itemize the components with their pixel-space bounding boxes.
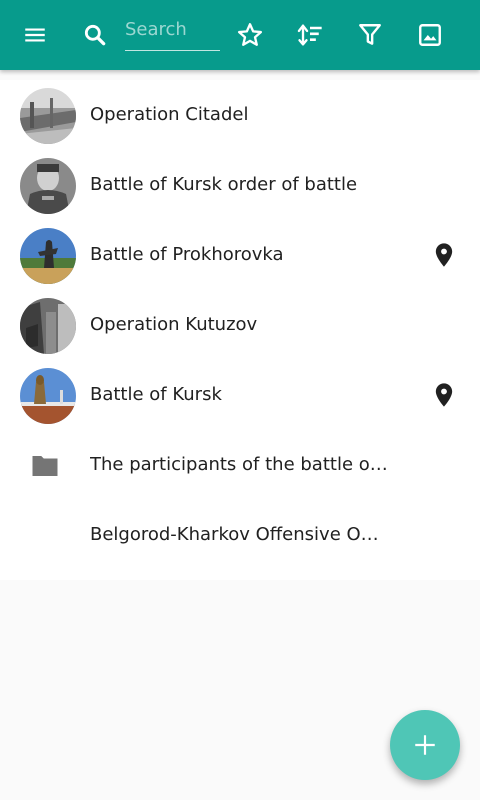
sort-button[interactable] <box>286 11 334 59</box>
list-item-title: Battle of Kursk <box>90 384 222 405</box>
map-pin-icon[interactable] <box>430 381 458 409</box>
menu-button[interactable] <box>11 11 59 59</box>
list-item[interactable]: Belgorod-Kharkov Offensive Operation <box>0 500 480 570</box>
image-icon <box>419 24 441 46</box>
avatar <box>20 368 76 424</box>
app-toolbar <box>0 0 480 70</box>
image-button[interactable] <box>406 11 454 59</box>
list-item[interactable]: Battle of Prokhorovka <box>0 220 480 290</box>
list-item-title: Battle of Kursk order of battle <box>90 174 358 195</box>
add-button[interactable] <box>390 710 460 780</box>
search-icon <box>84 24 106 46</box>
list-item[interactable]: Operation Kutuzov <box>0 290 480 360</box>
map-pin-icon[interactable] <box>430 241 458 269</box>
menu-icon <box>25 28 45 42</box>
avatar <box>20 88 76 144</box>
favorites-button[interactable] <box>226 11 274 59</box>
list-item[interactable]: The participants of the battle of Kursk <box>0 430 480 500</box>
folder-icon <box>32 456 58 476</box>
list-item[interactable]: Battle of Kursk order of battle <box>0 150 480 220</box>
search-field[interactable] <box>125 14 220 51</box>
search-input[interactable] <box>125 14 220 44</box>
list-item-title: Battle of Prokhorovka <box>90 244 284 265</box>
list-item-title: Operation Kutuzov <box>90 314 258 335</box>
filter-button[interactable] <box>346 11 394 59</box>
avatar <box>20 228 76 284</box>
sort-icon <box>297 24 322 46</box>
list-item-title: The participants of the battle of Kursk <box>90 454 390 475</box>
list-item-title: Operation Citadel <box>90 104 249 125</box>
star-outline-icon <box>237 23 263 46</box>
list-item[interactable]: Battle of Kursk <box>0 360 480 430</box>
list-item-title: Belgorod-Kharkov Offensive Operation <box>90 524 390 545</box>
avatar <box>20 298 76 354</box>
search-button[interactable] <box>71 11 119 59</box>
article-list: Operation Citadel Battle of Kursk order … <box>0 80 480 580</box>
filter-icon <box>359 24 381 45</box>
plus-icon <box>415 735 435 755</box>
avatar <box>20 158 76 214</box>
list-item[interactable]: Operation Citadel <box>0 80 480 150</box>
